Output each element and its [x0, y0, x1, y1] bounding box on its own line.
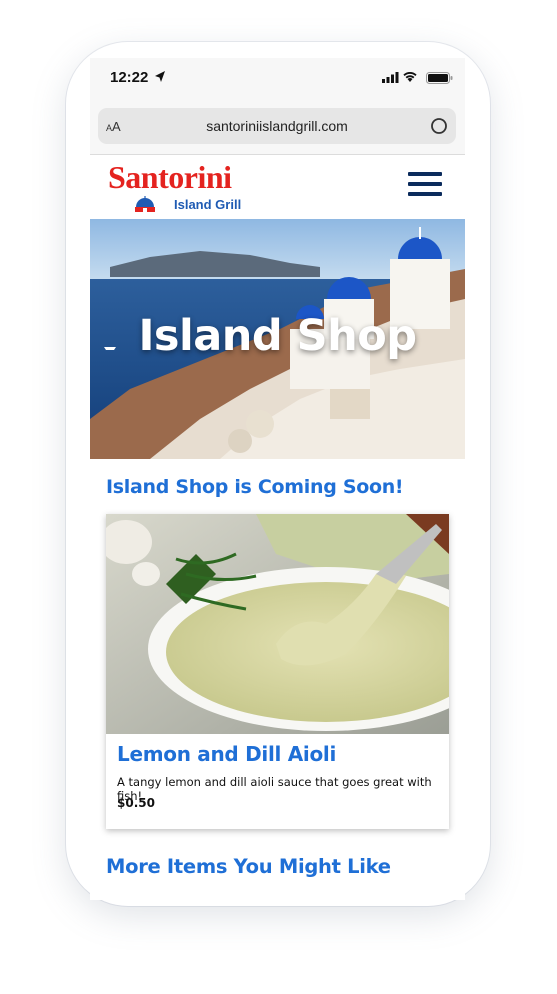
product-image[interactable]: [106, 514, 449, 734]
product-name[interactable]: Lemon and Dill Aioli: [117, 742, 336, 766]
wifi-icon: [403, 71, 417, 82]
status-time: 12:22: [110, 69, 149, 86]
hamburger-menu-icon[interactable]: [408, 172, 442, 200]
hero-title: Island Shop: [138, 311, 417, 361]
aioli-photo: [106, 514, 449, 734]
coming-soon-heading: Island Shop is Coming Soon!: [106, 476, 404, 498]
battery-icon: [426, 72, 453, 84]
more-items-heading: More Items You Might Like: [106, 855, 391, 878]
location-arrow-icon: [155, 71, 165, 82]
product-card[interactable]: Lemon and Dill Aioli A tangy lemon and d…: [106, 514, 449, 829]
signal-icon: [382, 72, 399, 83]
site-logo[interactable]: Santorini Island Grill: [108, 159, 248, 213]
phone-screen: 12:22 AA santoriniislandgrill.com Santor…: [90, 58, 465, 900]
logo-subtitle: Island Grill: [174, 197, 242, 212]
status-bar: 12:22: [90, 58, 465, 100]
reload-icon[interactable]: [430, 117, 448, 135]
url-text[interactable]: santoriniislandgrill.com: [98, 118, 456, 134]
address-bar[interactable]: AA santoriniislandgrill.com: [98, 108, 456, 144]
hero-banner: Island Shop: [90, 219, 465, 459]
logo-wordmark: Santorini: [108, 159, 232, 195]
product-price: $0.50: [117, 796, 155, 810]
dome-emblem-icon: [135, 196, 155, 212]
product-description: A tangy lemon and dill aioli sauce that …: [117, 775, 432, 803]
browser-toolbar: AA santoriniislandgrill.com: [90, 100, 465, 155]
site-header: Santorini Island Grill: [90, 155, 465, 219]
